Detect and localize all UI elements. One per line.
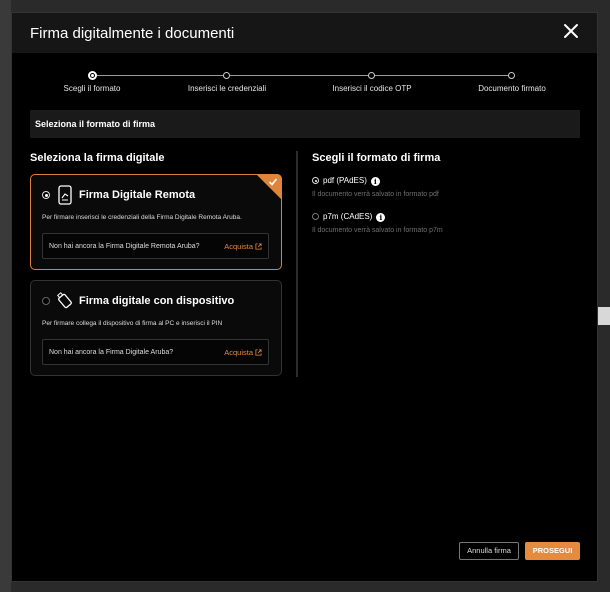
format-option-p7m[interactable]: p7m (CAdES) i: [312, 212, 386, 222]
device-signature-buy-link[interactable]: Acquista: [224, 348, 262, 357]
signature-type-heading: Seleziona la firma digitale: [30, 152, 165, 164]
pdf-label: pdf (PAdES): [323, 176, 367, 185]
info-icon[interactable]: i: [376, 213, 386, 222]
step-label-2: Inserisci le credenziali: [187, 84, 267, 93]
device-signature-radio[interactable]: [42, 297, 50, 305]
p7m-label: p7m (CAdES): [323, 212, 373, 221]
usb-key-icon: [56, 292, 72, 309]
proceed-button[interactable]: PROSEGUI: [525, 542, 580, 560]
buy-link-label: Acquista: [224, 242, 253, 251]
section-header: Seleziona il formato di firma: [30, 110, 580, 138]
remote-signature-card[interactable]: Firma Digitale Remota Per firmare inseri…: [30, 174, 282, 270]
device-signature-card[interactable]: Firma digitale con dispositivo Per firma…: [30, 280, 282, 376]
close-button[interactable]: [563, 23, 579, 39]
section-title: Seleziona il formato di firma: [35, 119, 156, 129]
stepper-line: [92, 75, 512, 76]
remote-signature-radio[interactable]: [42, 191, 50, 199]
p7m-description: Il documento verrà salvato in formato p7…: [312, 227, 443, 234]
buy-link-label: Acquista: [224, 348, 253, 357]
step-dot-4: [508, 72, 515, 79]
external-link-icon: [255, 349, 262, 356]
dialog-header: Firma digitalmente i documenti: [12, 13, 597, 53]
step-label-4: Documento firmato: [478, 84, 546, 93]
checkmark-icon: [268, 178, 278, 186]
device-signature-purchase-box: Non hai ancora la Firma Digitale Aruba? …: [42, 339, 269, 365]
backdrop-panel: [0, 0, 11, 592]
pdf-radio[interactable]: [312, 177, 319, 184]
remote-signature-purchase-text: Non hai ancora la Firma Digitale Remota …: [49, 243, 200, 250]
pdf-description: Il documento verrà salvato in formato pd…: [312, 191, 439, 198]
remote-signature-description: Per firmare inserisci le credenziali del…: [42, 214, 242, 221]
cancel-signature-button[interactable]: Annulla firma: [459, 542, 519, 560]
step-dot-3: [368, 72, 375, 79]
remote-signature-title: Firma Digitale Remota: [79, 189, 196, 201]
sign-dialog: Firma digitalmente i documenti Scegli il…: [11, 12, 598, 582]
step-label-3: Inserisci il codice OTP: [332, 84, 412, 93]
step-dot-1: [88, 71, 97, 80]
remote-signature-buy-link[interactable]: Acquista: [224, 242, 262, 251]
format-heading: Scegli il formato di firma: [312, 152, 441, 164]
step-label-1: Scegli il formato: [63, 84, 121, 93]
p7m-radio[interactable]: [312, 213, 319, 220]
external-link-icon: [255, 243, 262, 250]
progress-stepper: Scegli il formato Inserisci le credenzia…: [12, 68, 597, 104]
device-signature-title: Firma digitale con dispositivo: [79, 295, 235, 307]
device-signature-description: Per firmare collega il dispositivo di fi…: [42, 320, 223, 327]
close-icon: [564, 24, 578, 38]
dialog-title: Firma digitalmente i documenti: [30, 25, 235, 42]
format-option-pdf[interactable]: pdf (PAdES) i: [312, 176, 380, 186]
device-signature-purchase-text: Non hai ancora la Firma Digitale Aruba?: [49, 349, 174, 356]
info-icon[interactable]: i: [370, 177, 380, 186]
step-dot-2: [223, 72, 230, 79]
remote-signature-purchase-box: Non hai ancora la Firma Digitale Remota …: [42, 233, 269, 259]
backdrop-white-strip: [598, 307, 610, 325]
phone-signature-icon: [58, 185, 72, 205]
column-divider: [296, 151, 298, 377]
